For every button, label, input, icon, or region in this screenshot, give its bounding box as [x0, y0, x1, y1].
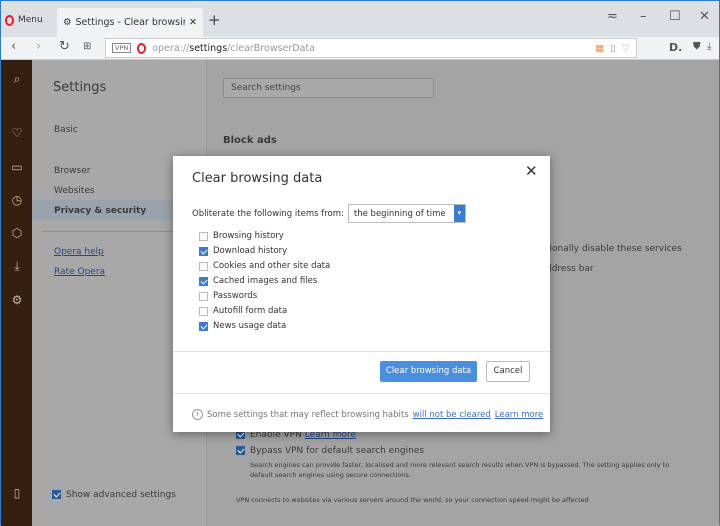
reload-icon[interactable]: ↻: [59, 39, 70, 54]
heart-icon[interactable]: ♡: [9, 126, 25, 140]
item-cookies[interactable]: Cookies and other site data: [199, 261, 330, 271]
checkbox[interactable]: [199, 291, 208, 301]
item-label: Cookies and other site data: [213, 261, 331, 271]
close-dialog-icon[interactable]: ✕: [525, 162, 538, 180]
show-advanced-label: Show advanced settings: [66, 490, 176, 500]
history-icon[interactable]: ◷: [9, 193, 25, 207]
chevron-down-icon: ▾: [453, 205, 465, 222]
item-autofill[interactable]: Autofill form data: [199, 306, 287, 316]
rate-opera-link[interactable]: Rate Opera: [54, 267, 105, 277]
item-passwords[interactable]: Passwords: [199, 291, 257, 301]
settings-title: Settings: [53, 80, 107, 95]
url-path: settings: [189, 42, 228, 54]
item-label: Autofill form data: [213, 306, 288, 316]
speed-dial-icon[interactable]: ⊞: [83, 41, 91, 52]
obliterate-label: Obliterate the following items from:: [192, 208, 344, 219]
forward-icon[interactable]: ›: [36, 39, 41, 54]
close-tab-icon[interactable]: ✕: [189, 17, 197, 28]
nav-browser[interactable]: Browser: [54, 166, 90, 176]
gear-icon: ⚙: [63, 17, 72, 28]
learn-more-link[interactable]: Learn more: [495, 410, 543, 420]
dialog-footer: i Some settings that may reflect browsin…: [192, 409, 543, 420]
pocket-icon[interactable]: ⛊: [693, 41, 701, 52]
divider: [173, 393, 550, 394]
bypass-vpn-row[interactable]: Bypass VPN for default search engines: [236, 446, 424, 456]
cast-icon[interactable]: ▭: [9, 160, 25, 174]
tab-menu-icon[interactable]: ≂: [607, 9, 618, 24]
nav-privacy[interactable]: Privacy & security: [54, 206, 146, 216]
checkbox[interactable]: [199, 246, 208, 256]
bypass-vpn-label: Bypass VPN for default search engines: [250, 446, 425, 456]
cancel-button[interactable]: Cancel: [486, 361, 530, 382]
clear-browsing-data-button[interactable]: Clear browsing data: [380, 361, 477, 382]
tab-settings[interactable]: ⚙Settings - Clear browsing data✕: [57, 8, 203, 37]
address-bar[interactable]: VPN opera://settings/clearBrowserData ▦ …: [105, 38, 637, 58]
item-download-history[interactable]: Download history: [199, 246, 287, 256]
new-tab-button[interactable]: +: [208, 11, 221, 29]
checkbox[interactable]: [199, 321, 208, 331]
item-label: Download history: [213, 246, 288, 256]
minimize-icon[interactable]: –: [640, 9, 647, 24]
bypass-desc-1: Search engines can provide faster, local…: [250, 461, 670, 469]
opera-logo-icon: [5, 14, 14, 26]
clear-browsing-data-dialog: Clear browsing data ✕ Obliterate the fol…: [173, 156, 550, 432]
info-icon: i: [192, 409, 203, 420]
item-label: Browsing history: [213, 231, 284, 241]
checkbox[interactable]: [199, 276, 208, 286]
search-icon[interactable]: ⌕: [9, 72, 25, 87]
download-icon[interactable]: ⤓: [707, 41, 711, 52]
divider: [173, 351, 550, 352]
vpn-note: VPN connects to websites via various ser…: [236, 496, 589, 504]
obscured-text-1: tionally disable these services: [546, 244, 682, 254]
checkbox[interactable]: [199, 261, 208, 271]
maximize-icon[interactable]: ☐: [669, 9, 681, 24]
tab-bar: Menu ⚙Settings - Clear browsing data✕ + …: [1, 1, 719, 37]
tab-title: Settings - Clear browsing data: [75, 17, 186, 28]
checkbox[interactable]: [199, 231, 208, 241]
checkbox[interactable]: [199, 306, 208, 316]
obscured-text-2: ddress bar: [546, 264, 594, 274]
toolbar: ‹ › ↻ ⊞ VPN opera://settings/clearBrowse…: [1, 37, 719, 60]
close-window-icon[interactable]: ✕: [699, 9, 710, 24]
vpn-badge[interactable]: VPN: [112, 43, 132, 53]
checkbox[interactable]: [236, 446, 245, 455]
time-range-value: the beginning of time: [353, 208, 446, 219]
url-rest: /clearBrowserData: [227, 42, 315, 54]
item-news-usage[interactable]: News usage data: [199, 321, 286, 331]
show-advanced-toggle[interactable]: Show advanced settings: [52, 490, 176, 500]
bypass-desc-2: default search engines using secure conn…: [250, 471, 411, 479]
nav-websites[interactable]: Websites: [54, 186, 95, 196]
item-browsing-history[interactable]: Browsing history: [199, 231, 284, 241]
menu-button[interactable]: Menu: [5, 9, 55, 31]
nav-basic[interactable]: Basic: [54, 125, 78, 135]
footer-text: Some settings that may reflect browsing …: [207, 409, 409, 420]
downloads-icon[interactable]: ⤓: [9, 259, 25, 274]
checkbox[interactable]: [52, 490, 61, 499]
heart-bookmark-icon[interactable]: ♡: [621, 43, 630, 54]
item-label: News usage data: [213, 321, 287, 331]
sidebar-toggle-icon[interactable]: ▯: [9, 486, 25, 500]
item-label: Passwords: [213, 291, 258, 301]
not-cleared-link[interactable]: will not be cleared: [413, 410, 491, 420]
dialog-title: Clear browsing data: [192, 171, 323, 186]
time-range-select[interactable]: the beginning of time ▾: [347, 204, 466, 223]
item-cached-images[interactable]: Cached images and files: [199, 276, 317, 286]
search-settings-input[interactable]: Search settings: [223, 78, 434, 98]
url-text: opera://settings/clearBrowserData: [152, 43, 315, 54]
opera-help-link[interactable]: Opera help: [54, 247, 104, 257]
reader-icon[interactable]: ▯: [610, 43, 615, 54]
opera-page-icon: [137, 42, 147, 54]
extensions-icon[interactable]: ⬡: [9, 226, 25, 240]
time-range-row: Obliterate the following items from: the…: [192, 204, 466, 223]
settings-icon[interactable]: ⚙: [9, 293, 25, 307]
rss-icon[interactable]: ▦: [595, 43, 604, 54]
extension-d-icon[interactable]: D.: [669, 41, 682, 54]
item-label: Cached images and files: [213, 276, 318, 286]
opera-sidebar: ⌕ ♡ ▭ ◷ ⬡ ⤓ ⚙ ▯: [1, 60, 32, 526]
block-ads-heading: Block ads: [223, 135, 277, 146]
url-host: opera://: [152, 42, 190, 54]
back-icon[interactable]: ‹: [11, 39, 16, 54]
menu-label: Menu: [18, 15, 43, 25]
